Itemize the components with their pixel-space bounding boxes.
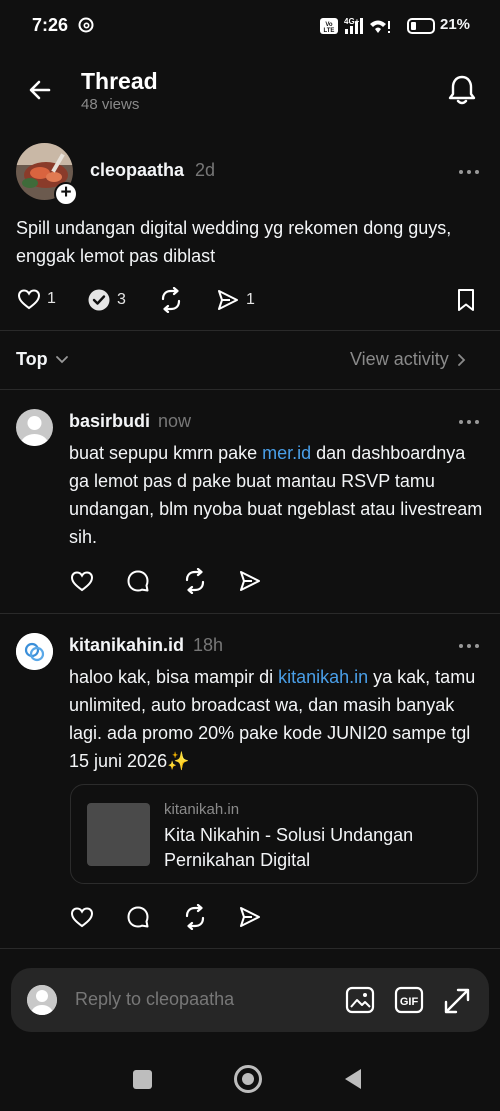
divider <box>0 948 500 949</box>
arrow-left-icon <box>29 80 51 100</box>
status-bar: 7:26 Vo LTE 4G+ 21% <box>0 0 500 52</box>
avatar[interactable] <box>16 409 53 446</box>
gif-button[interactable]: GIF <box>394 986 424 1014</box>
repost-icon <box>185 568 205 594</box>
comment-time: now <box>158 411 192 431</box>
avatar <box>27 985 57 1015</box>
more-options-icon[interactable] <box>458 168 480 176</box>
post-username[interactable]: cleopaatha <box>90 160 184 181</box>
heart-icon <box>70 571 94 592</box>
divider <box>0 389 500 390</box>
link-title: Kita Nikahin - Solusi Undangan Pernikaha… <box>164 825 414 870</box>
send-icon <box>240 571 260 591</box>
comment-text: haloo kak, bisa mampir di kitanikah.in y… <box>69 667 476 771</box>
follow-plus-icon[interactable]: + <box>54 182 78 206</box>
view-activity-label: View activity <box>350 349 449 369</box>
threads-icon <box>78 17 94 33</box>
expand-icon <box>444 988 470 1014</box>
chat-bubble-icon <box>127 906 149 928</box>
like-button[interactable]: 1 <box>17 288 56 310</box>
comment-text: buat sepupu kmrn pake mer.id dan dashboa… <box>69 443 483 547</box>
more-options-icon[interactable] <box>458 642 480 650</box>
share-button[interactable]: 1 <box>216 288 255 312</box>
gif-icon: GIF <box>394 986 424 1014</box>
back-button[interactable] <box>28 78 52 102</box>
chevron-right-icon <box>457 353 465 366</box>
status-time: 7:26 <box>32 15 69 35</box>
comment-username[interactable]: basirbudi <box>69 411 150 432</box>
repost-icon <box>185 904 205 930</box>
recent-apps-button[interactable] <box>133 1070 152 1089</box>
link-preview-card[interactable]: kitanikah.in Kita Nikahin - Solusi Undan… <box>70 784 478 884</box>
sort-dropdown[interactable]: Top <box>16 349 70 370</box>
reply-button[interactable] <box>126 569 150 593</box>
repost-button[interactable] <box>182 904 208 930</box>
expand-button[interactable] <box>442 986 472 1016</box>
bell-icon <box>448 75 476 105</box>
reply-button[interactable] <box>126 905 150 929</box>
repost-icon <box>161 287 181 313</box>
sort-label: Top <box>16 349 48 369</box>
triangle-back-icon <box>345 1069 361 1089</box>
divider <box>0 613 500 614</box>
system-back-button[interactable] <box>344 1068 362 1090</box>
battery-percent: 21% <box>440 16 471 33</box>
page-title: Thread <box>81 68 158 94</box>
comment-time: 18h <box>193 635 224 655</box>
svg-text:GIF: GIF <box>400 996 419 1008</box>
link-domain: kitanikah.in <box>164 801 240 818</box>
reply-input[interactable]: Reply to cleopaatha <box>75 989 234 1010</box>
svg-text:LTE: LTE <box>324 28 335 34</box>
share-count: 1 <box>246 291 255 308</box>
reply-count: 3 <box>117 291 126 308</box>
image-icon <box>345 986 375 1014</box>
like-button[interactable] <box>70 570 94 592</box>
more-options-icon[interactable] <box>458 418 480 426</box>
divider <box>0 330 500 331</box>
chat-bubble-icon <box>88 289 110 311</box>
comment-link[interactable]: mer.id <box>262 443 311 463</box>
view-activity-link[interactable]: View activity <box>350 349 469 370</box>
post-text: Spill undangan digital wedding yg rekome… <box>16 218 452 266</box>
chat-bubble-icon <box>127 570 149 592</box>
send-icon <box>218 290 238 310</box>
like-count: 1 <box>47 290 56 307</box>
avatar[interactable] <box>16 633 53 670</box>
heart-icon <box>70 907 94 928</box>
comment-link[interactable]: kitanikah.in <box>278 667 368 687</box>
default-avatar-icon <box>16 409 53 446</box>
default-avatar-icon <box>27 985 57 1015</box>
link-thumbnail <box>87 803 150 866</box>
like-button[interactable] <box>70 906 94 928</box>
comment-username[interactable]: kitanikahin.id <box>69 635 184 656</box>
heart-icon <box>17 289 41 310</box>
network-icons: Vo LTE 4G+ <box>320 16 435 36</box>
bookmark-icon <box>458 289 474 311</box>
home-button[interactable] <box>234 1065 262 1093</box>
post-time: 2d <box>195 160 216 180</box>
view-count: 48 views <box>81 96 140 113</box>
bookmark-button[interactable] <box>456 288 476 312</box>
chevron-down-icon <box>55 355 68 363</box>
repost-button[interactable] <box>158 287 184 313</box>
share-button[interactable] <box>238 569 262 593</box>
kitanikahin-logo-icon <box>16 633 53 670</box>
reply-bar[interactable]: Reply to cleopaatha GIF <box>11 968 489 1032</box>
send-icon <box>240 907 260 927</box>
repost-button[interactable] <box>182 568 208 594</box>
share-button[interactable] <box>238 905 262 929</box>
attach-image-button[interactable] <box>345 986 375 1014</box>
notification-button[interactable] <box>447 74 477 106</box>
reply-button[interactable]: 3 <box>87 288 126 312</box>
